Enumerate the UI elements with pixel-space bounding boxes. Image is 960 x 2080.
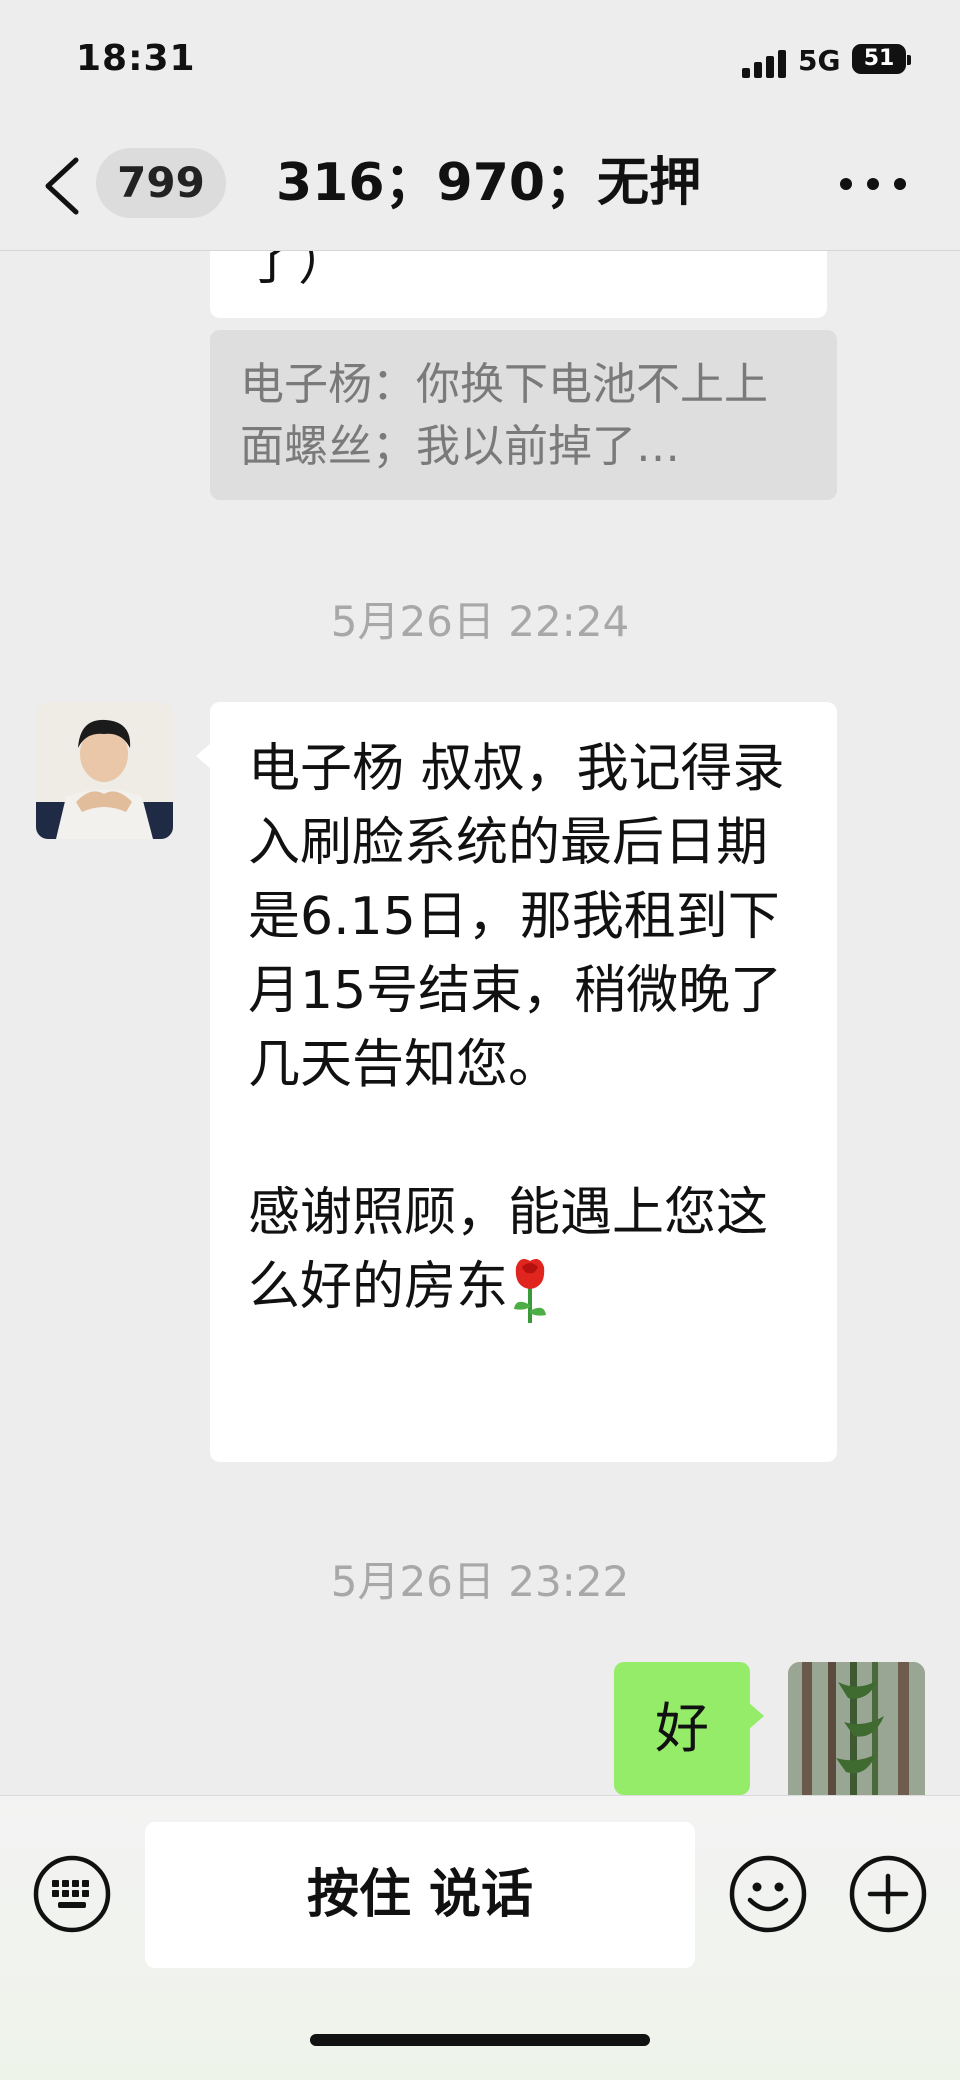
sent-message-bubble[interactable]: 好 [614, 1662, 764, 1795]
back-chevron-icon[interactable] [40, 154, 86, 218]
avatar-image [788, 1662, 925, 1795]
my-avatar[interactable] [788, 1662, 925, 1795]
status-bar: 18:31 5G 51 [0, 0, 960, 120]
battery-indicator: 51 [852, 44, 911, 74]
signal-icon [742, 48, 790, 78]
received-message-bubble[interactable]: 电子杨 叔叔，我记得录入刷脸系统的最后日期是6.15日，那我租到下月15号结束，… [196, 702, 837, 1462]
message-list[interactable]: 了） 电子杨：你换下电池不上上面螺丝；我以前掉了… 5月26日 22:24 电子… [0, 250, 960, 1795]
more-dots-icon[interactable] [838, 158, 908, 208]
network-type: 5G [798, 44, 841, 77]
input-bar: 按住 说话 [0, 1795, 960, 2080]
rose-icon [514, 1259, 547, 1323]
quoted-message[interactable]: 电子杨：你换下电池不上上面螺丝；我以前掉了… [210, 330, 837, 500]
previous-message-bubble[interactable]: 了） [210, 250, 827, 318]
home-indicator [310, 2034, 650, 2046]
hold-to-talk-button[interactable]: 按住 说话 [145, 1822, 695, 1968]
chat-title: 316；970；无押 [276, 153, 702, 213]
avatar-image [36, 702, 173, 839]
status-time: 18:31 [76, 38, 196, 79]
emoji-icon[interactable] [728, 1854, 808, 1934]
previous-message-text: 了） [246, 250, 351, 292]
unread-count-badge[interactable]: 799 [96, 148, 226, 218]
message-text: 电子杨 叔叔，我记得录入刷脸系统的最后日期是6.15日，那我租到下月15号结束，… [248, 739, 785, 1317]
keyboard-icon[interactable] [32, 1854, 112, 1934]
plus-icon[interactable] [848, 1854, 928, 1934]
timestamp: 5月26日 22:24 [330, 597, 630, 646]
timestamp: 5月26日 23:22 [330, 1557, 630, 1606]
chat-header: 799 316；970；无押 [0, 120, 960, 251]
contact-avatar[interactable] [36, 702, 173, 839]
